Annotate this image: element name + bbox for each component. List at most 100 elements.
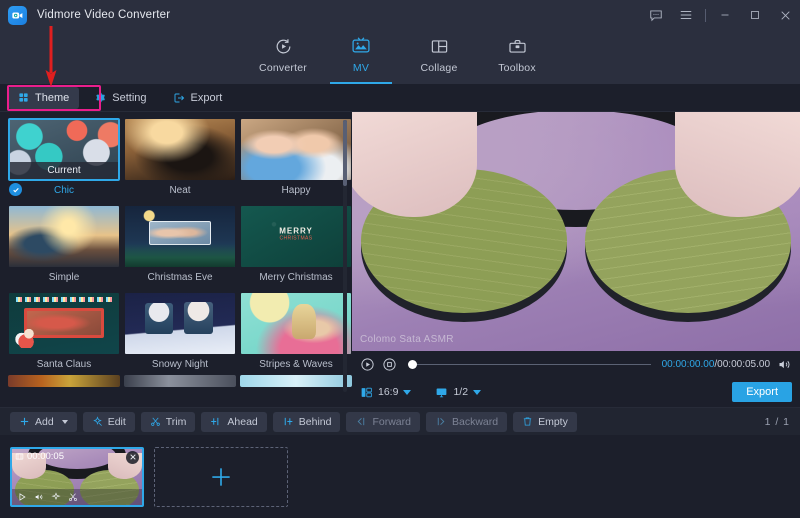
zoom-control[interactable]: 1/2 xyxy=(435,386,481,399)
nav-tab-collage-label: Collage xyxy=(420,62,457,74)
move-backward-label: Backward xyxy=(452,416,498,428)
add-clip-placeholder[interactable] xyxy=(154,447,288,507)
theme-item-stripes-waves[interactable]: Stripes & Waves xyxy=(240,292,352,373)
play-icon[interactable] xyxy=(17,492,27,502)
add-button[interactable]: Add xyxy=(10,412,77,432)
clip-duration: 00:00:05 xyxy=(27,451,64,462)
close-circle-icon[interactable] xyxy=(126,451,139,464)
edit-toolbar: Add Edit Trim xyxy=(0,407,800,435)
theme-thumb-santa xyxy=(13,326,42,348)
grid-icon xyxy=(18,92,29,103)
theme-thumb-text: MERRY CHRISTMAS xyxy=(279,227,313,242)
theme-thumbnail-partial[interactable] xyxy=(8,375,120,387)
theme-item-simple[interactable]: Simple xyxy=(8,205,120,286)
stop-icon[interactable] xyxy=(382,357,397,372)
nav-tab-collage[interactable]: Collage xyxy=(400,30,478,84)
volume-icon[interactable] xyxy=(777,357,792,372)
empty-button[interactable]: Empty xyxy=(513,412,577,432)
play-icon[interactable] xyxy=(360,357,375,372)
theme-thumb-child-right xyxy=(184,302,213,335)
trim-button[interactable]: Trim xyxy=(141,412,196,432)
sub-tab-setting[interactable]: Setting xyxy=(85,87,156,109)
menu-icon[interactable] xyxy=(671,0,701,30)
mv-icon xyxy=(351,33,371,59)
check-icon xyxy=(9,183,22,196)
theme-thumb-overlay xyxy=(149,221,211,245)
aspect-ratio-control[interactable]: 16:9 xyxy=(360,386,411,399)
export-button[interactable]: Export xyxy=(732,382,792,402)
theme-label: Neat xyxy=(124,181,236,199)
seek-handle[interactable] xyxy=(408,360,417,369)
title-bar: Vidmore Video Converter xyxy=(0,0,800,30)
move-backward-button[interactable]: Backward xyxy=(426,412,507,432)
scissors-icon xyxy=(150,416,161,427)
gear-icon xyxy=(95,92,106,103)
toolbox-icon xyxy=(508,33,527,59)
theme-name-text: Neat xyxy=(169,185,190,196)
preview-panel: Colomo Sata ASMR 00: xyxy=(352,112,800,407)
chevron-down-icon[interactable] xyxy=(473,390,481,395)
playback-controls: 00:00:00.00/00:00:05.00 xyxy=(352,351,800,377)
insert-ahead-button[interactable]: Ahead xyxy=(201,412,266,432)
theme-thumbnail-partial[interactable] xyxy=(124,375,236,387)
seek-bar[interactable] xyxy=(408,357,651,371)
theme-item-chic[interactable]: Current Chic xyxy=(8,118,120,199)
maximize-icon[interactable] xyxy=(740,0,770,30)
theme-thumbnail-partial[interactable] xyxy=(240,375,352,387)
theme-name-text: Merry Christmas xyxy=(259,272,332,283)
theme-thumb-image xyxy=(9,206,119,267)
clip-actions xyxy=(12,489,142,505)
insert-ahead-icon xyxy=(210,416,222,427)
sub-tab-theme[interactable]: Theme xyxy=(8,87,79,109)
video-watermark: Colomo Sata ASMR xyxy=(360,334,454,345)
theme-thumb-lights xyxy=(16,297,113,302)
main-content: Current Chic Neat xyxy=(0,112,800,407)
theme-item-happy[interactable]: Happy xyxy=(240,118,352,199)
preview-options: 16:9 1/2 Export xyxy=(352,377,800,407)
timeline-clip[interactable]: 00:00:05 xyxy=(10,447,144,507)
main-navigation: Converter MV xyxy=(0,30,800,84)
theme-label: Simple xyxy=(8,268,120,286)
sub-tab-export[interactable]: Export xyxy=(163,87,233,109)
monitor-icon xyxy=(435,386,448,399)
theme-item-santa-claus[interactable]: Santa Claus xyxy=(8,292,120,373)
aspect-ratio-value: 16:9 xyxy=(378,386,398,398)
theme-item-snowy-night[interactable]: Snowy Night xyxy=(124,292,236,373)
theme-item-merry-christmas[interactable]: MERRY CHRISTMAS Merry Christmas xyxy=(240,205,352,286)
nav-tab-converter[interactable]: Converter xyxy=(244,30,322,84)
chevron-down-icon[interactable] xyxy=(62,420,68,424)
nav-tab-converter-label: Converter xyxy=(259,62,307,74)
theme-scrollbar-thumb[interactable] xyxy=(343,120,347,186)
volume-icon[interactable] xyxy=(34,492,44,502)
app-logo xyxy=(8,6,27,25)
total-time: 00:00:05.00 xyxy=(717,359,770,370)
plus-icon xyxy=(208,464,234,490)
theme-label: Stripes & Waves xyxy=(240,355,352,373)
nav-tab-toolbox[interactable]: Toolbox xyxy=(478,30,556,84)
add-button-label: Add xyxy=(35,416,54,428)
insert-behind-button[interactable]: Behind xyxy=(273,412,341,432)
insert-ahead-label: Ahead xyxy=(227,416,257,428)
close-icon[interactable] xyxy=(770,0,800,30)
theme-item-neat[interactable]: Neat xyxy=(124,118,236,199)
theme-name-text: Simple xyxy=(49,272,80,283)
move-forward-button[interactable]: Forward xyxy=(346,412,420,432)
effects-icon[interactable] xyxy=(51,492,61,502)
plus-icon xyxy=(19,416,30,427)
edit-button-label: Edit xyxy=(108,416,126,428)
nav-tab-mv[interactable]: MV xyxy=(322,30,400,84)
feedback-icon[interactable] xyxy=(641,0,671,30)
minimize-icon[interactable] xyxy=(710,0,740,30)
theme-item-christmas-eve[interactable]: Christmas Eve xyxy=(124,205,236,286)
video-preview[interactable]: Colomo Sata ASMR xyxy=(352,112,800,351)
theme-label: Chic xyxy=(8,181,120,199)
theme-label: Christmas Eve xyxy=(124,268,236,286)
sub-tab-setting-label: Setting xyxy=(112,92,146,104)
chevron-down-icon[interactable] xyxy=(403,390,411,395)
window-controls xyxy=(641,0,800,30)
edit-button[interactable]: Edit xyxy=(83,412,135,432)
theme-label: Merry Christmas xyxy=(240,268,352,286)
aspect-ratio-icon xyxy=(360,386,373,399)
scissors-icon[interactable] xyxy=(68,492,78,502)
theme-scrollbar[interactable] xyxy=(343,120,347,392)
